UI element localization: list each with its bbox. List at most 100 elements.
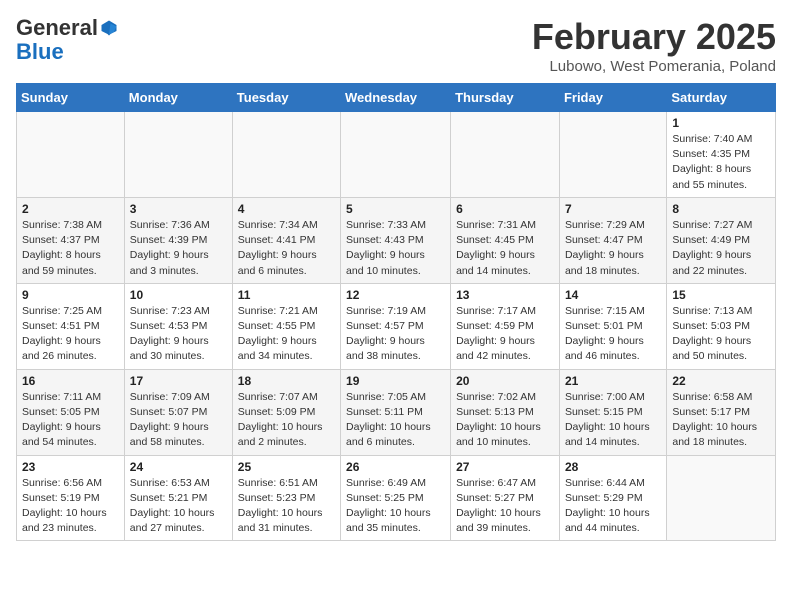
- calendar-cell: [124, 112, 232, 198]
- day-detail: Sunrise: 6:51 AM Sunset: 5:23 PM Dayligh…: [238, 476, 335, 537]
- calendar-cell: 11 Sunrise: 7:21 AM Sunset: 4:55 PM Dayli…: [232, 283, 340, 369]
- calendar-cell: 19 Sunrise: 7:05 AM Sunset: 5:11 PM Dayli…: [341, 369, 451, 455]
- day-number: 17: [130, 374, 227, 388]
- col-header-wednesday: Wednesday: [341, 84, 451, 112]
- title-block: February 2025 Lubowo, West Pomerania, Po…: [532, 16, 776, 75]
- day-number: 11: [238, 288, 335, 302]
- day-number: 26: [346, 460, 445, 474]
- calendar-cell: [559, 112, 666, 198]
- day-detail: Sunrise: 7:27 AM Sunset: 4:49 PM Dayligh…: [672, 218, 770, 279]
- calendar-cell: 28 Sunrise: 6:44 AM Sunset: 5:29 PM Dayli…: [559, 455, 666, 541]
- day-number: 10: [130, 288, 227, 302]
- calendar-cell: 20 Sunrise: 7:02 AM Sunset: 5:13 PM Dayli…: [451, 369, 560, 455]
- day-number: 18: [238, 374, 335, 388]
- calendar-cell: 7 Sunrise: 7:29 AM Sunset: 4:47 PM Daylig…: [559, 197, 666, 283]
- day-detail: Sunrise: 7:31 AM Sunset: 4:45 PM Dayligh…: [456, 218, 554, 279]
- day-detail: Sunrise: 7:09 AM Sunset: 5:07 PM Dayligh…: [130, 390, 227, 451]
- col-header-monday: Monday: [124, 84, 232, 112]
- col-header-sunday: Sunday: [17, 84, 125, 112]
- day-detail: Sunrise: 7:25 AM Sunset: 4:51 PM Dayligh…: [22, 304, 119, 365]
- day-detail: Sunrise: 7:11 AM Sunset: 5:05 PM Dayligh…: [22, 390, 119, 451]
- calendar-cell: 24 Sunrise: 6:53 AM Sunset: 5:21 PM Dayli…: [124, 455, 232, 541]
- calendar-week-row: 1 Sunrise: 7:40 AM Sunset: 4:35 PM Daylig…: [17, 112, 776, 198]
- calendar-cell: 8 Sunrise: 7:27 AM Sunset: 4:49 PM Daylig…: [667, 197, 776, 283]
- col-header-saturday: Saturday: [667, 84, 776, 112]
- logo-general-text: General: [16, 16, 98, 40]
- day-detail: Sunrise: 7:36 AM Sunset: 4:39 PM Dayligh…: [130, 218, 227, 279]
- calendar-cell: 2Sunrise: 7:38 AM Sunset: 4:37 PM Daylig…: [17, 197, 125, 283]
- col-header-thursday: Thursday: [451, 84, 560, 112]
- calendar-cell: 13Sunrise: 7:17 AM Sunset: 4:59 PM Dayli…: [451, 283, 560, 369]
- day-detail: Sunrise: 6:44 AM Sunset: 5:29 PM Dayligh…: [565, 476, 661, 537]
- day-detail: Sunrise: 7:34 AM Sunset: 4:41 PM Dayligh…: [238, 218, 335, 279]
- day-detail: Sunrise: 7:05 AM Sunset: 5:11 PM Dayligh…: [346, 390, 445, 451]
- day-detail: Sunrise: 7:15 AM Sunset: 5:01 PM Dayligh…: [565, 304, 661, 365]
- day-number: 24: [130, 460, 227, 474]
- calendar-header-row: SundayMondayTuesdayWednesdayThursdayFrid…: [17, 84, 776, 112]
- calendar-cell: 17 Sunrise: 7:09 AM Sunset: 5:07 PM Dayli…: [124, 369, 232, 455]
- day-detail: Sunrise: 7:07 AM Sunset: 5:09 PM Dayligh…: [238, 390, 335, 451]
- calendar-cell: 1 Sunrise: 7:40 AM Sunset: 4:35 PM Daylig…: [667, 112, 776, 198]
- day-number: 28: [565, 460, 661, 474]
- day-detail: Sunrise: 7:17 AM Sunset: 4:59 PM Dayligh…: [456, 304, 554, 365]
- day-number: 1: [672, 116, 770, 130]
- logo-blue-text: Blue: [16, 40, 118, 64]
- calendar-cell: 23Sunrise: 6:56 AM Sunset: 5:19 PM Dayli…: [17, 455, 125, 541]
- day-number: 27: [456, 460, 554, 474]
- day-number: 7: [565, 202, 661, 216]
- day-detail: Sunrise: 7:21 AM Sunset: 4:55 PM Dayligh…: [238, 304, 335, 365]
- calendar-cell: 10 Sunrise: 7:23 AM Sunset: 4:53 PM Dayli…: [124, 283, 232, 369]
- sub-title: Lubowo, West Pomerania, Poland: [532, 58, 776, 75]
- day-detail: Sunrise: 7:29 AM Sunset: 4:47 PM Dayligh…: [565, 218, 661, 279]
- day-detail: Sunrise: 7:38 AM Sunset: 4:37 PM Dayligh…: [22, 218, 119, 279]
- calendar-cell: [17, 112, 125, 198]
- calendar-week-row: 9 Sunrise: 7:25 AM Sunset: 4:51 PM Daylig…: [17, 283, 776, 369]
- calendar-cell: 14Sunrise: 7:15 AM Sunset: 5:01 PM Dayli…: [559, 283, 666, 369]
- calendar-cell: 6Sunrise: 7:31 AM Sunset: 4:45 PM Daylig…: [451, 197, 560, 283]
- main-title: February 2025: [532, 16, 776, 58]
- day-detail: Sunrise: 7:19 AM Sunset: 4:57 PM Dayligh…: [346, 304, 445, 365]
- day-number: 5: [346, 202, 445, 216]
- col-header-tuesday: Tuesday: [232, 84, 340, 112]
- calendar-cell: 15Sunrise: 7:13 AM Sunset: 5:03 PM Dayli…: [667, 283, 776, 369]
- day-detail: Sunrise: 7:40 AM Sunset: 4:35 PM Dayligh…: [672, 132, 770, 193]
- day-detail: Sunrise: 7:13 AM Sunset: 5:03 PM Dayligh…: [672, 304, 770, 365]
- calendar-cell: 26Sunrise: 6:49 AM Sunset: 5:25 PM Dayli…: [341, 455, 451, 541]
- day-detail: Sunrise: 6:58 AM Sunset: 5:17 PM Dayligh…: [672, 390, 770, 451]
- day-number: 8: [672, 202, 770, 216]
- day-detail: Sunrise: 7:02 AM Sunset: 5:13 PM Dayligh…: [456, 390, 554, 451]
- calendar-week-row: 23Sunrise: 6:56 AM Sunset: 5:19 PM Dayli…: [17, 455, 776, 541]
- calendar-week-row: 2Sunrise: 7:38 AM Sunset: 4:37 PM Daylig…: [17, 197, 776, 283]
- day-number: 23: [22, 460, 119, 474]
- day-number: 20: [456, 374, 554, 388]
- day-number: 25: [238, 460, 335, 474]
- day-number: 4: [238, 202, 335, 216]
- day-detail: Sunrise: 7:33 AM Sunset: 4:43 PM Dayligh…: [346, 218, 445, 279]
- calendar-week-row: 16 Sunrise: 7:11 AM Sunset: 5:05 PM Dayli…: [17, 369, 776, 455]
- col-header-friday: Friday: [559, 84, 666, 112]
- calendar-cell: [341, 112, 451, 198]
- day-detail: Sunrise: 6:47 AM Sunset: 5:27 PM Dayligh…: [456, 476, 554, 537]
- calendar-cell: 22 Sunrise: 6:58 AM Sunset: 5:17 PM Dayli…: [667, 369, 776, 455]
- day-number: 21: [565, 374, 661, 388]
- day-number: 19: [346, 374, 445, 388]
- calendar-cell: 18 Sunrise: 7:07 AM Sunset: 5:09 PM Dayli…: [232, 369, 340, 455]
- logo-icon: [100, 19, 118, 37]
- day-number: 16: [22, 374, 119, 388]
- day-detail: Sunrise: 7:00 AM Sunset: 5:15 PM Dayligh…: [565, 390, 661, 451]
- header: General Blue February 2025 Lubowo, West …: [16, 16, 776, 75]
- day-number: 3: [130, 202, 227, 216]
- calendar-cell: [451, 112, 560, 198]
- calendar-cell: 12 Sunrise: 7:19 AM Sunset: 4:57 PM Dayli…: [341, 283, 451, 369]
- day-detail: Sunrise: 7:23 AM Sunset: 4:53 PM Dayligh…: [130, 304, 227, 365]
- day-number: 9: [22, 288, 119, 302]
- day-number: 22: [672, 374, 770, 388]
- calendar-cell: 9 Sunrise: 7:25 AM Sunset: 4:51 PM Daylig…: [17, 283, 125, 369]
- calendar-cell: [232, 112, 340, 198]
- calendar-table: SundayMondayTuesdayWednesdayThursdayFrid…: [16, 83, 776, 541]
- day-number: 12: [346, 288, 445, 302]
- calendar-cell: 25 Sunrise: 6:51 AM Sunset: 5:23 PM Dayli…: [232, 455, 340, 541]
- calendar-cell: 21 Sunrise: 7:00 AM Sunset: 5:15 PM Dayli…: [559, 369, 666, 455]
- calendar-cell: 27 Sunrise: 6:47 AM Sunset: 5:27 PM Dayli…: [451, 455, 560, 541]
- day-detail: Sunrise: 6:53 AM Sunset: 5:21 PM Dayligh…: [130, 476, 227, 537]
